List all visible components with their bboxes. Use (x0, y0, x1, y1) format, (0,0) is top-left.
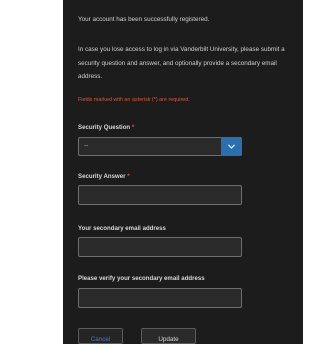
cancel-button[interactable]: Cancel (78, 328, 123, 344)
update-button[interactable]: Update (141, 328, 196, 344)
verify-secondary-email-input[interactable] (78, 288, 242, 308)
security-answer-label-text: Security Answer (78, 173, 126, 180)
registration-panel: Your account has been successfully regis… (63, 0, 303, 344)
required-fields-note: Fields marked with an asterisk (*) are r… (78, 97, 190, 103)
security-question-label: Security Question * (78, 124, 134, 131)
required-asterisk: * (131, 124, 135, 131)
info-message: In case you lose access to log in via Va… (78, 46, 285, 80)
security-question-selected-value: -- (84, 142, 89, 149)
security-answer-input[interactable] (78, 185, 242, 205)
select-dropdown-button[interactable] (221, 137, 242, 156)
chevron-down-icon (228, 144, 235, 149)
security-answer-label: Security Answer * (78, 173, 130, 180)
secondary-email-label: Your secondary email address (78, 225, 166, 232)
secondary-email-input[interactable] (78, 237, 242, 257)
success-message: Your account has been successfully regis… (78, 16, 210, 23)
security-question-label-text: Security Question (78, 124, 131, 131)
verify-secondary-email-label: Please verify your secondary email addre… (78, 275, 205, 282)
required-asterisk: * (127, 173, 130, 180)
security-question-select[interactable]: -- (78, 137, 242, 156)
